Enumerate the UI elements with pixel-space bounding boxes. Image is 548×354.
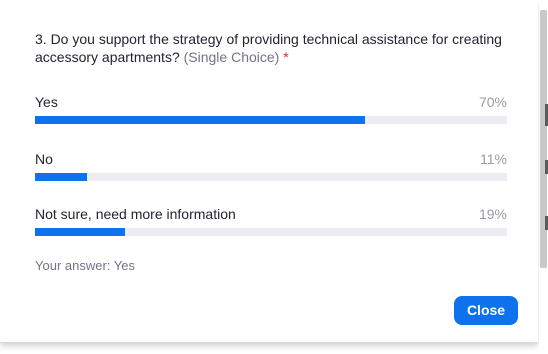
result-bar-track (35, 116, 507, 124)
result-bar-fill (35, 116, 366, 124)
result-bar-fill (35, 228, 125, 236)
choice-type-label: (Single Choice) (183, 49, 280, 65)
option-label: Not sure, need more information (35, 206, 236, 222)
poll-option-yes: Yes 70% (35, 94, 507, 134)
option-label: Yes (35, 94, 58, 110)
vertical-scrollbar[interactable] (539, 0, 548, 354)
required-mark: * (283, 49, 289, 65)
poll-option-not-sure: Not sure, need more information 19% (35, 206, 507, 246)
poll-results-window: 3. Do you support the strategy of provid… (0, 0, 548, 354)
result-bar-track (35, 228, 507, 236)
option-percentage: 70% (478, 94, 507, 110)
option-percentage: 11% (480, 151, 507, 167)
option-label: No (35, 151, 53, 167)
your-answer-text: Your answer: Yes (35, 258, 135, 273)
result-bar-fill (35, 173, 87, 181)
poll-question: 3. Do you support the strategy of provid… (35, 30, 505, 66)
option-percentage: 19% (478, 206, 507, 222)
poll-results-dialog: 3. Do you support the strategy of provid… (0, 0, 538, 343)
result-bar-track (35, 173, 507, 181)
poll-option-no: No 11% (35, 151, 507, 191)
close-button[interactable]: Close (454, 296, 518, 325)
